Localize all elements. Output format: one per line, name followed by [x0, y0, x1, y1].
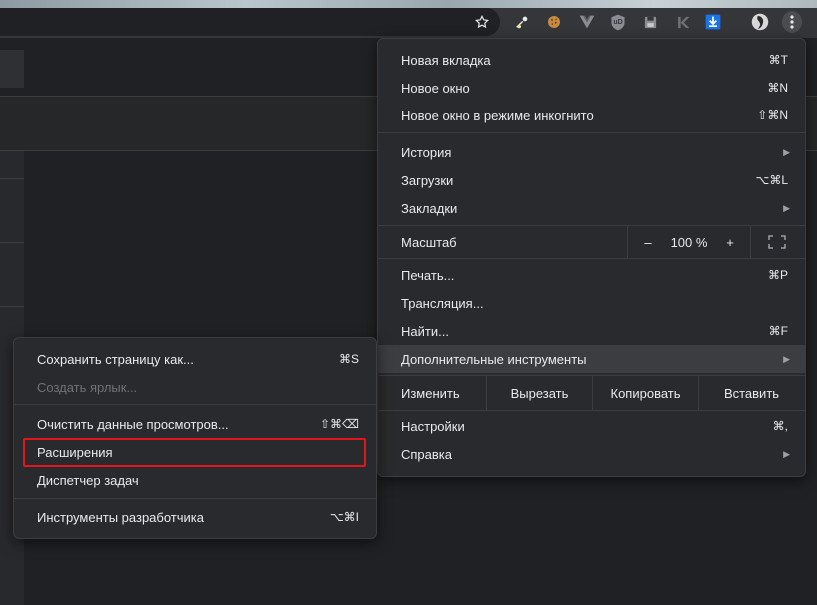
- menu-item-new-window[interactable]: Новое окно ⌘N: [378, 74, 805, 102]
- save-icon[interactable]: [641, 12, 659, 32]
- menu-item-label: Новое окно: [401, 80, 470, 96]
- menu-item-label: Печать...: [401, 267, 455, 283]
- menu-separator: [378, 132, 805, 133]
- menu-item-shortcut: ⇧⌘⌫: [319, 417, 359, 431]
- menu-item-edit: Изменить Вырезать Копировать Вставить: [378, 376, 805, 410]
- address-bar[interactable]: [0, 8, 500, 36]
- menu-item-label: Найти...: [401, 323, 449, 339]
- submenu-item-clear-browsing-data[interactable]: Очистить данные просмотров... ⇧⌘⌫: [14, 410, 376, 438]
- menu-item-cast[interactable]: Трансляция...: [378, 289, 805, 317]
- submenu-arrow-icon: ▶: [783, 448, 790, 459]
- menu-item-more-tools[interactable]: Дополнительные инструменты ▶: [378, 345, 805, 373]
- menu-item-history[interactable]: История ▶: [378, 138, 805, 166]
- menu-item-zoom: Масштаб – 100 % +: [378, 226, 805, 258]
- menu-item-shortcut: ⇧⌘N: [757, 108, 788, 122]
- menu-item-label: Загрузки: [401, 172, 454, 188]
- submenu-arrow-icon: ▶: [783, 353, 790, 364]
- menu-item-label: Масштаб: [401, 234, 457, 250]
- menu-item-print[interactable]: Печать... ⌘P: [378, 261, 805, 289]
- menu-item-label: История: [401, 144, 452, 160]
- menu-item-find[interactable]: Найти... ⌘F: [378, 317, 805, 345]
- menu-item-shortcut: ⌘P: [767, 268, 788, 282]
- menu-item-label: Трансляция...: [401, 295, 484, 311]
- menu-item-label: Новая вкладка: [401, 52, 491, 68]
- zoom-divider: [627, 226, 628, 258]
- menu-item-label: Дополнительные инструменты: [401, 351, 587, 367]
- download-icon[interactable]: [704, 12, 722, 32]
- menu-item-label: Создать ярлык...: [37, 379, 138, 395]
- fullscreen-icon[interactable]: [758, 226, 796, 258]
- submenu-item-task-manager[interactable]: Диспетчер задач: [14, 466, 376, 494]
- menu-separator: [14, 404, 376, 405]
- ublock-badge-text: uD: [613, 18, 623, 26]
- menu-item-shortcut: ⌥⌘I: [329, 510, 359, 524]
- menu-item-shortcut: ⌘T: [768, 53, 788, 67]
- star-icon[interactable]: [472, 12, 492, 32]
- menu-item-downloads[interactable]: Загрузки ⌥⌘L: [378, 166, 805, 194]
- zoom-divider: [750, 226, 751, 258]
- k-extension-icon[interactable]: [673, 12, 691, 32]
- eyedropper-icon[interactable]: [513, 12, 531, 32]
- menu-separator: [378, 410, 805, 411]
- submenu-arrow-icon: ▶: [783, 202, 790, 213]
- copy-button[interactable]: Копировать: [593, 376, 698, 410]
- menu-item-label: Инструменты разработчика: [37, 509, 204, 525]
- menu-separator: [14, 498, 376, 499]
- menu-item-shortcut: ⌘N: [767, 81, 788, 95]
- cut-button[interactable]: Вырезать: [487, 376, 592, 410]
- menu-item-shortcut: ⌘S: [338, 352, 359, 366]
- submenu-item-developer-tools[interactable]: Инструменты разработчика ⌥⌘I: [14, 503, 376, 531]
- menu-item-new-tab[interactable]: Новая вкладка ⌘T: [378, 46, 805, 74]
- menu-item-bookmarks[interactable]: Закладки ▶: [378, 194, 805, 222]
- menu-item-label: Сохранить страницу как...: [37, 351, 194, 367]
- page-divider: [0, 178, 24, 179]
- page-input-field[interactable]: [0, 50, 24, 88]
- zoom-level-value: 100 %: [670, 234, 708, 250]
- submenu-item-save-page[interactable]: Сохранить страницу как... ⌘S: [14, 345, 376, 373]
- menu-separator: [378, 258, 805, 259]
- menu-item-label: Изменить: [401, 385, 460, 401]
- paste-button[interactable]: Вставить: [699, 376, 804, 410]
- zoom-in-button[interactable]: +: [718, 226, 742, 258]
- submenu-arrow-icon: ▶: [783, 146, 790, 157]
- menu-item-help[interactable]: Справка ▶: [378, 440, 805, 468]
- page-divider: [0, 242, 24, 243]
- menu-item-settings[interactable]: Настройки ⌘,: [378, 412, 805, 440]
- window-top-strip: [0, 0, 817, 8]
- ublock-icon[interactable]: uD: [609, 12, 627, 32]
- menu-item-new-incognito-window[interactable]: Новое окно в режиме инкогнито ⇧⌘N: [378, 101, 805, 129]
- menu-item-shortcut: ⌘,: [772, 419, 788, 433]
- more-vert-icon[interactable]: [782, 11, 802, 33]
- avatar[interactable]: [750, 12, 770, 32]
- menu-item-label: Диспетчер задач: [37, 472, 139, 488]
- menu-item-label: Очистить данные просмотров...: [37, 416, 229, 432]
- submenu-item-create-shortcut: Создать ярлык...: [14, 373, 376, 401]
- vue-devtools-icon[interactable]: [578, 12, 596, 32]
- highlight-box: [23, 438, 366, 467]
- cookie-icon[interactable]: [545, 12, 563, 32]
- zoom-out-button[interactable]: –: [636, 226, 660, 258]
- menu-item-label: Настройки: [401, 418, 465, 434]
- menu-item-shortcut: ⌘F: [768, 324, 788, 338]
- page-divider: [0, 306, 24, 307]
- chrome-main-menu: Новая вкладка ⌘T Новое окно ⌘N Новое окн…: [377, 38, 806, 477]
- menu-item-label: Закладки: [401, 200, 458, 216]
- menu-item-label: Справка: [401, 446, 452, 462]
- menu-item-shortcut: ⌥⌘L: [755, 173, 788, 187]
- menu-item-label: Новое окно в режиме инкогнито: [401, 107, 594, 123]
